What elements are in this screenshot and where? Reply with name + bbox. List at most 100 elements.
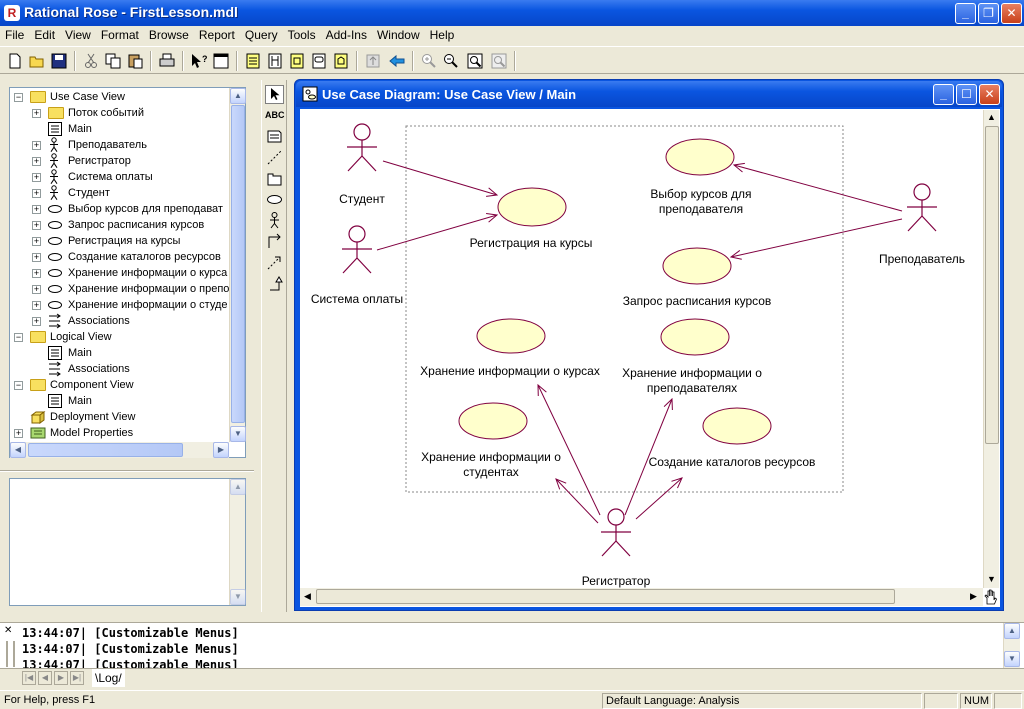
tree-item[interactable]: − Component View (10, 377, 228, 393)
log-dock-grip[interactable] (6, 641, 15, 667)
generalization-tool-icon[interactable] (265, 274, 284, 293)
log-scroll-down-icon[interactable]: ▼ (1004, 651, 1020, 667)
association-registrar-catalogs[interactable] (635, 477, 683, 520)
expand-icon[interactable]: + (32, 205, 41, 214)
expand-icon[interactable]: + (32, 109, 41, 118)
collapse-icon[interactable]: − (14, 93, 23, 102)
context-help-icon[interactable]: ? (190, 52, 208, 70)
last-tab-icon[interactable]: ▶| (70, 671, 84, 685)
tree-item[interactable]: + Студент (10, 185, 228, 201)
menu-addins[interactable]: Add-Ins (321, 26, 372, 43)
tree-item[interactable]: + Model Properties (10, 425, 228, 441)
browser-horizontal-scrollbar[interactable]: ◀ ▶ (10, 442, 229, 458)
diagram-close-button[interactable]: ✕ (979, 84, 1000, 105)
tree-item[interactable]: + Система оплаты (10, 169, 228, 185)
rose-app-icon[interactable]: R (4, 5, 20, 21)
restore-button[interactable]: ❐ (978, 3, 999, 24)
tree-item[interactable]: + Хранение информации о курса (10, 265, 228, 281)
fit-in-window-icon[interactable] (466, 52, 484, 70)
cut-icon[interactable] (82, 52, 100, 70)
use-case-choose[interactable] (665, 138, 735, 176)
diagram-maximize-button[interactable]: ☐ (956, 84, 977, 105)
diagram-scroll-down-icon[interactable]: ▼ (987, 574, 996, 584)
use-case-schedule[interactable] (662, 247, 732, 285)
expand-icon[interactable]: + (32, 157, 41, 166)
diagram-vertical-scrollbar[interactable]: ▲ ▼ (983, 110, 999, 588)
tree-item[interactable]: + Поток событий (10, 105, 228, 121)
expand-icon[interactable]: + (32, 253, 41, 262)
tree-item[interactable]: + Хранение информации о студе (10, 297, 228, 313)
expand-icon[interactable]: + (32, 221, 41, 230)
diagram-hscroll-thumb[interactable] (316, 589, 895, 604)
menu-window[interactable]: Window (372, 26, 425, 43)
next-tab-icon[interactable]: ▶ (54, 671, 68, 685)
expand-icon[interactable]: + (32, 269, 41, 278)
scroll-thumb[interactable] (231, 105, 245, 423)
doc-scroll-up-icon[interactable]: ▲ (230, 479, 246, 495)
menu-help[interactable]: Help (425, 26, 460, 43)
tree-item[interactable]: Associations (10, 361, 228, 377)
model-browser-tree[interactable]: − Use Case View + Поток событий Main + Препода… (9, 87, 246, 458)
scroll-left-icon[interactable]: ◀ (10, 442, 26, 458)
scroll-up-icon[interactable]: ▲ (230, 88, 246, 104)
actor-registrar[interactable] (601, 508, 631, 557)
zoom-out-icon[interactable] (442, 52, 460, 70)
save-icon[interactable] (50, 52, 68, 70)
tree-item[interactable]: + Выбор курсов для преподават (10, 201, 228, 217)
tree-item[interactable]: + Хранение информации о препо (10, 281, 229, 297)
tree-item[interactable]: Main (10, 393, 228, 409)
expand-icon[interactable]: + (32, 237, 41, 246)
menu-file[interactable]: File (0, 26, 29, 43)
expand-icon[interactable]: + (14, 429, 23, 438)
association-teacher-schedule[interactable] (729, 218, 903, 260)
diagram-scroll-up-icon[interactable]: ▲ (987, 112, 996, 122)
actor-student[interactable] (347, 123, 377, 172)
menu-query[interactable]: Query (240, 26, 283, 43)
system-boundary[interactable] (405, 125, 844, 493)
anchor-note-tool-icon[interactable] (265, 148, 284, 167)
diagram-window-icon[interactable] (302, 86, 318, 102)
note-tool-icon[interactable] (265, 127, 284, 146)
expand-icon[interactable]: + (32, 301, 41, 310)
dependency-tool-icon[interactable] (265, 253, 284, 272)
expand-icon[interactable]: + (32, 173, 41, 182)
browser-vertical-scrollbar[interactable]: ▲ ▼ (229, 88, 246, 442)
minimize-button[interactable]: _ (955, 3, 976, 24)
documentation-pane[interactable] (9, 478, 246, 606)
diagram-vscroll-thumb[interactable] (985, 126, 999, 444)
association-teacher-choose[interactable] (732, 162, 903, 212)
scroll-right-icon[interactable]: ▶ (213, 442, 229, 458)
close-button[interactable]: ✕ (1001, 3, 1022, 24)
package-tool-icon[interactable] (265, 169, 284, 188)
tree-item[interactable]: + Преподаватель (10, 137, 228, 153)
browse-interaction-diagram-icon[interactable] (266, 52, 284, 70)
use-case-diagram[interactable]: Регистрация на курсыВыбор курсов для преп… (300, 109, 1000, 607)
previous-tab-icon[interactable]: ◀ (38, 671, 52, 685)
use-case-tool-icon[interactable] (265, 190, 284, 209)
use-case-store-students[interactable] (458, 402, 528, 440)
expand-icon[interactable]: + (32, 189, 41, 198)
use-case-store-courses[interactable] (476, 318, 546, 354)
diagram-minimize-button[interactable]: _ (933, 84, 954, 105)
menu-report[interactable]: Report (194, 26, 240, 43)
doc-scroll-down-icon[interactable]: ▼ (230, 589, 246, 605)
tree-item[interactable]: + Associations (10, 313, 228, 329)
browse-deployment-diagram-icon[interactable] (332, 52, 350, 70)
zoom-in-icon[interactable] (420, 52, 438, 70)
tree-item[interactable]: + Создание каталогов ресурсов (10, 249, 228, 265)
unidirectional-association-tool-icon[interactable] (265, 232, 284, 251)
open-folder-icon[interactable] (28, 52, 46, 70)
menu-edit[interactable]: Edit (29, 26, 60, 43)
undo-fit-in-window-icon[interactable] (490, 52, 508, 70)
print-icon[interactable] (158, 52, 176, 70)
first-tab-icon[interactable]: |◀ (22, 671, 36, 685)
expand-icon[interactable]: + (32, 285, 41, 294)
pane-splitter[interactable] (0, 470, 254, 472)
browse-previous-diagram-icon[interactable] (388, 52, 406, 70)
collapse-icon[interactable]: − (14, 333, 23, 342)
tree-item[interactable]: − Use Case View (10, 89, 228, 105)
log-scroll-up-icon[interactable]: ▲ (1004, 623, 1020, 639)
actor-teacher[interactable] (907, 183, 937, 232)
association-student-reg[interactable] (382, 160, 499, 197)
use-case-reg[interactable] (497, 187, 567, 227)
